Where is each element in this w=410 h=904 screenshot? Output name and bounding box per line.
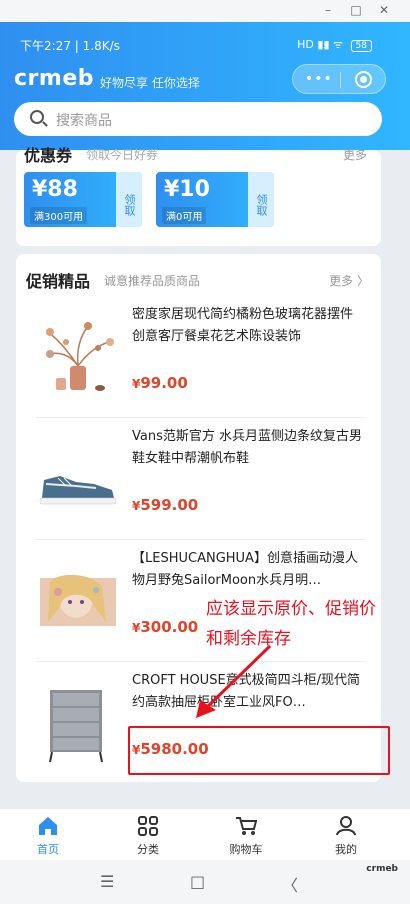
search-bar[interactable]: 搜索商品 bbox=[14, 102, 382, 136]
miniprogram-capsule: ••• bbox=[292, 64, 386, 94]
coupon-title: 优惠券 bbox=[24, 146, 73, 165]
close-button[interactable]: ✕ bbox=[374, 3, 394, 17]
tab-home[interactable]: 首页 bbox=[18, 815, 78, 857]
tab-label: 购物车 bbox=[229, 843, 263, 856]
annotation-arrow bbox=[196, 644, 272, 718]
claim-coupon-button[interactable]: 领取 bbox=[116, 172, 142, 227]
tab-label: 我的 bbox=[335, 843, 357, 856]
coupon-card[interactable]: ¥10 满0可用 领取 bbox=[156, 172, 274, 227]
brand-slogan: 好物尽享 任你选择 bbox=[100, 76, 200, 90]
capsule-divider bbox=[340, 72, 341, 88]
product-title: 【LESHUCANGHUA】创意插画动漫人物月野兔SailorMoon水兵月明… bbox=[132, 551, 358, 588]
window-titlebar: – □ ✕ bbox=[0, 0, 410, 22]
claim-coupon-button[interactable]: 领取 bbox=[248, 172, 274, 227]
cart-icon bbox=[216, 815, 276, 837]
tab-profile[interactable]: 我的 bbox=[316, 815, 376, 857]
product-title: Vans范斯官方 水兵月蓝侧边条纹复古男鞋女鞋中帮潮帆布鞋 bbox=[132, 429, 362, 466]
bottom-tabbar: 首页 分类 购物车 我的 bbox=[0, 808, 410, 860]
coupon-condition: 满300可用 bbox=[30, 207, 88, 224]
product-item[interactable]: Vans范斯官方 水兵月蓝侧边条纹复古男鞋女鞋中帮潮帆布鞋 ¥599.00 bbox=[36, 418, 366, 540]
more-icon[interactable]: ••• bbox=[305, 71, 333, 87]
product-price: ¥99.00 bbox=[132, 374, 188, 392]
maximize-button[interactable]: □ bbox=[346, 3, 366, 17]
coupon-section: 优惠券 领取今日好券 更多 ¥88 满300可用 领取 ¥10 满0可用 领取 bbox=[16, 146, 381, 246]
signal-icon: HD ▮▮ ᯤ bbox=[297, 38, 344, 51]
system-navbar: ☰ □ 〈 crmeb bbox=[0, 860, 410, 904]
promo-more-link[interactable]: 更多 〉 bbox=[329, 272, 369, 289]
product-title: 密度家居现代简约橘粉色玻璃花器摆件创意客厅餐桌花艺术陈设装饰 bbox=[132, 307, 354, 344]
status-time: 下午2:27 | 1.8K/s bbox=[20, 39, 120, 53]
coupon-more-link[interactable]: 更多 bbox=[343, 146, 367, 163]
menu-icon[interactable]: ☰ bbox=[100, 872, 114, 891]
grid-icon bbox=[118, 815, 178, 837]
minimize-button[interactable]: – bbox=[318, 3, 338, 17]
coupon-amount: ¥10 bbox=[164, 177, 210, 202]
watermark-logo: crmeb bbox=[366, 864, 398, 874]
promo-title: 促销精品 bbox=[26, 272, 91, 291]
product-image-shoe bbox=[36, 440, 120, 524]
battery-icon: 58 bbox=[350, 40, 372, 52]
coupon-amount: ¥88 bbox=[32, 177, 78, 202]
brand-logo: crmeb bbox=[14, 66, 94, 91]
price-value: 99.00 bbox=[140, 374, 188, 392]
coupon-card[interactable]: ¥88 满300可用 领取 bbox=[24, 172, 142, 227]
product-price: ¥599.00 bbox=[132, 496, 198, 514]
price-value: 599.00 bbox=[140, 496, 199, 514]
tab-label: 首页 bbox=[37, 843, 59, 856]
search-icon bbox=[30, 110, 44, 124]
back-icon[interactable]: 〈 bbox=[282, 872, 298, 896]
tab-category[interactable]: 分类 bbox=[118, 815, 178, 857]
annotation-highlight-box bbox=[128, 726, 390, 775]
user-icon bbox=[316, 815, 376, 837]
promo-subtitle: 诚意推荐品质商品 bbox=[104, 274, 201, 288]
product-image-cabinet bbox=[36, 684, 120, 768]
product-image-vase bbox=[36, 318, 120, 402]
app-header: 下午2:27 | 1.8K/s HD ▮▮ ᯤ 58 crmeb 好物尽享 任你… bbox=[0, 22, 410, 150]
tab-cart[interactable]: 购物车 bbox=[216, 815, 276, 857]
search-placeholder: 搜索商品 bbox=[56, 113, 112, 129]
coupon-subtitle: 领取今日好券 bbox=[86, 148, 159, 162]
product-image-illustration bbox=[36, 562, 120, 646]
close-target-icon[interactable] bbox=[355, 71, 372, 88]
product-item[interactable]: 密度家居现代简约橘粉色玻璃花器摆件创意客厅餐桌花艺术陈设装饰 ¥99.00 bbox=[36, 296, 366, 418]
coupon-condition: 满0可用 bbox=[162, 207, 207, 224]
price-value: 300.00 bbox=[140, 618, 199, 636]
tab-label: 分类 bbox=[137, 843, 159, 856]
home-nav-icon[interactable]: □ bbox=[190, 872, 205, 891]
product-price: ¥300.00 bbox=[132, 618, 198, 636]
status-indicators: HD ▮▮ ᯤ 58 bbox=[297, 37, 372, 52]
home-icon bbox=[18, 815, 78, 837]
